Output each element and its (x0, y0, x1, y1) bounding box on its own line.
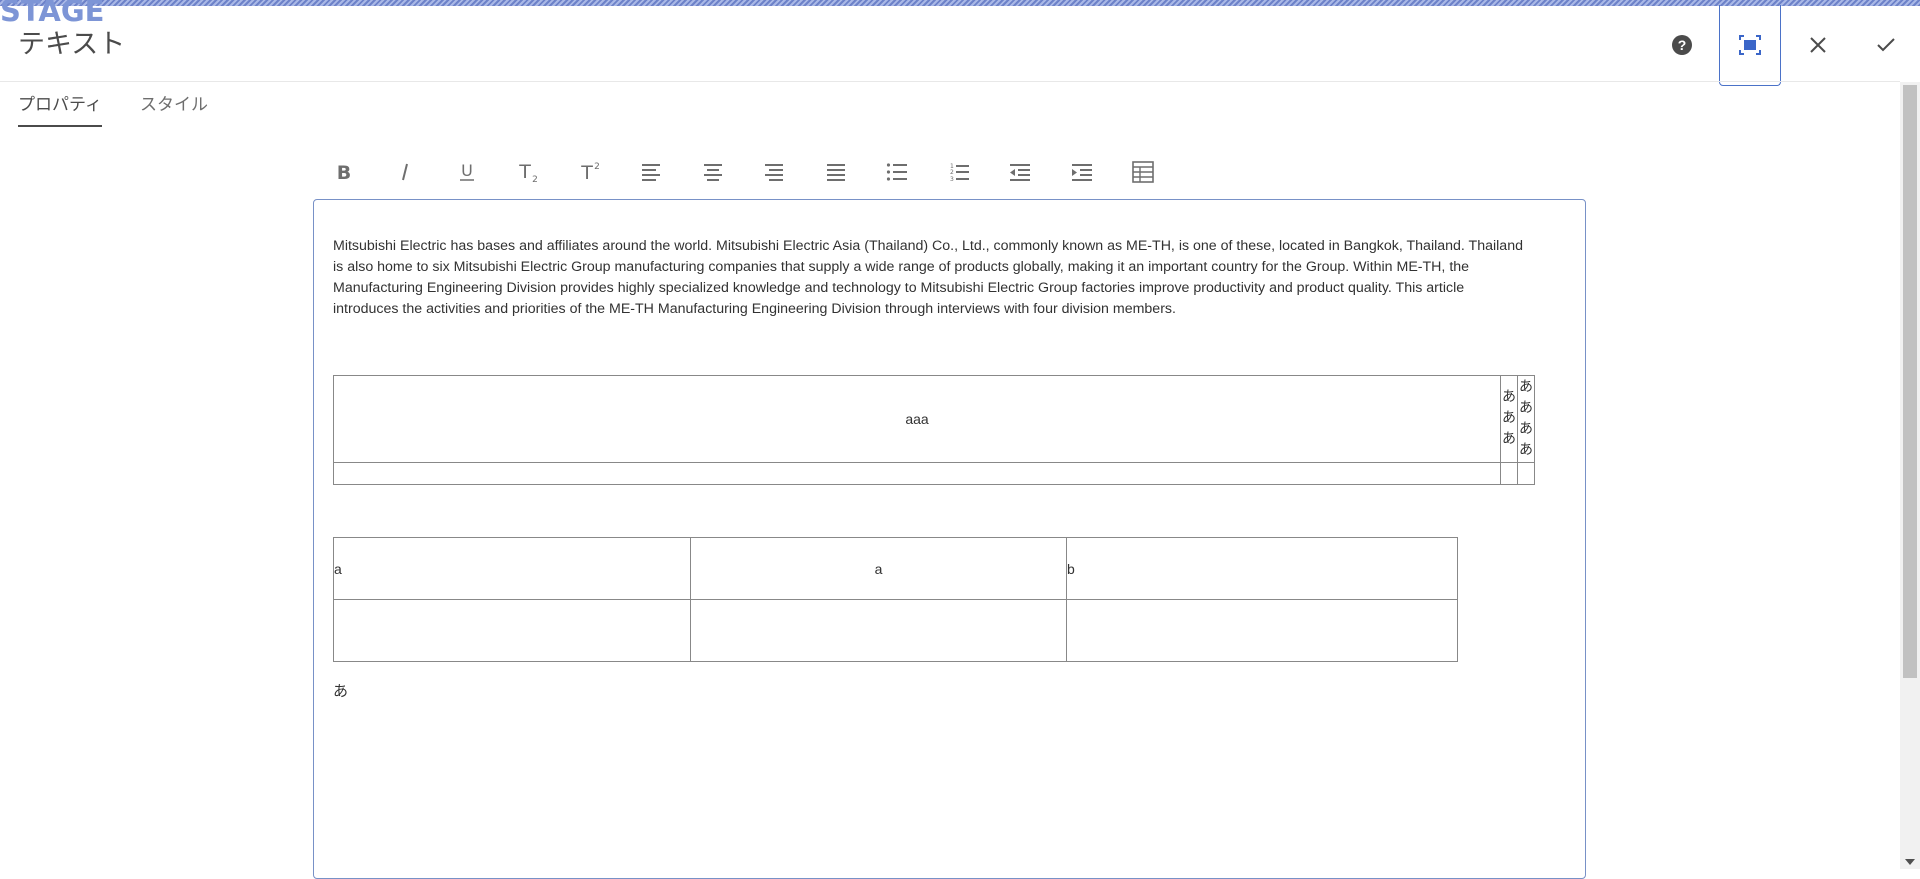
superscript-button[interactable]: T2 (559, 152, 621, 192)
environment-stripe (0, 0, 1920, 6)
table-cell (333, 599, 691, 662)
svg-text:2: 2 (950, 169, 954, 176)
table-cell (1500, 462, 1518, 485)
table-icon (1132, 161, 1155, 183)
align-right-icon (765, 164, 784, 181)
dialog-title: テキスト (18, 29, 126, 60)
table-cell: aaa (333, 375, 1501, 463)
superscript-icon: T2 (580, 162, 600, 183)
bulleted-list-button[interactable] (867, 152, 929, 192)
align-center-button[interactable] (682, 152, 744, 192)
subscript-icon: T2 (518, 161, 538, 183)
align-left-button[interactable] (621, 152, 683, 192)
svg-text:T: T (580, 162, 593, 183)
align-center-icon (703, 164, 722, 181)
table-cell (690, 599, 1067, 662)
scrollbar-thumb[interactable] (1903, 85, 1917, 678)
close-button[interactable] (1784, 5, 1852, 85)
vertical-char: あ (1519, 379, 1533, 395)
subscript-button[interactable]: T2 (498, 152, 560, 192)
editor-paragraph: Mitsubishi Electric has bases and affili… (333, 238, 1523, 317)
svg-text:2: 2 (594, 162, 600, 172)
editor-trailing-text: あ (333, 682, 349, 700)
svg-text:?: ? (1678, 37, 1687, 53)
svg-text:U: U (461, 161, 473, 180)
tab-properties[interactable]: プロパティ (18, 90, 102, 127)
table-cell (1066, 599, 1458, 662)
numbered-list-button[interactable]: 123 (928, 152, 990, 192)
justify-icon (826, 164, 845, 181)
bold-button[interactable]: B (313, 152, 375, 192)
italic-icon (402, 163, 409, 181)
numbered-list-icon: 123 (950, 163, 969, 182)
fullscreen-icon (1739, 35, 1761, 55)
svg-text:3: 3 (950, 176, 954, 182)
vertical-char: あ (1519, 421, 1533, 437)
outdent-button[interactable] (990, 152, 1052, 192)
underline-icon: U (459, 161, 474, 181)
rich-text-editor[interactable]: Mitsubishi Electric has bases and affili… (313, 199, 1586, 879)
done-button[interactable] (1852, 5, 1920, 85)
editor-table-1: aaa あ あ あ あ あ あ あ (333, 375, 1535, 485)
indent-button[interactable] (1051, 152, 1113, 192)
help-circle-icon: ? (1672, 35, 1692, 55)
scroll-down-arrow-icon[interactable] (1905, 859, 1915, 865)
help-button[interactable]: ? (1648, 5, 1716, 85)
indent-icon (1071, 164, 1092, 181)
underline-button[interactable]: U (436, 152, 498, 192)
table-cell-vertical: あ あ あ あ (1517, 375, 1535, 463)
vertical-char: あ (1519, 442, 1533, 458)
svg-text:2: 2 (532, 175, 538, 183)
italic-button[interactable] (375, 152, 437, 192)
bulleted-list-icon (887, 163, 908, 181)
checkmark-icon (1877, 38, 1895, 52)
vertical-char: あ (1502, 410, 1516, 426)
vertical-char: あ (1519, 400, 1533, 416)
bold-icon: B (337, 162, 351, 182)
vertical-char: あ (1502, 431, 1516, 447)
scrollbar[interactable] (1900, 82, 1920, 869)
table-cell: b (1066, 537, 1458, 600)
svg-text:B: B (337, 162, 351, 182)
table-cell (333, 462, 1501, 485)
tab-styles[interactable]: スタイル (140, 90, 208, 127)
align-left-icon (642, 164, 661, 181)
svg-text:T: T (518, 161, 531, 183)
vertical-char: あ (1502, 389, 1516, 405)
dialog-actions: ? (1648, 5, 1920, 86)
table-cell (1517, 462, 1535, 485)
table-button[interactable] (1113, 152, 1175, 192)
outdent-icon (1010, 164, 1031, 181)
table-cell: a (690, 537, 1067, 600)
align-right-button[interactable] (744, 152, 806, 192)
editor-table-2: a a b (333, 537, 1458, 662)
close-icon (1810, 37, 1826, 53)
rte-toolbar: B U T2 T2 123 (313, 152, 1174, 192)
fullscreen-button[interactable] (1719, 5, 1781, 86)
justify-button[interactable] (805, 152, 867, 192)
tab-list: プロパティ スタイル (18, 90, 208, 127)
table-cell-vertical: あ あ あ (1500, 375, 1518, 463)
header-divider (0, 81, 1900, 82)
table-cell: a (333, 537, 691, 600)
